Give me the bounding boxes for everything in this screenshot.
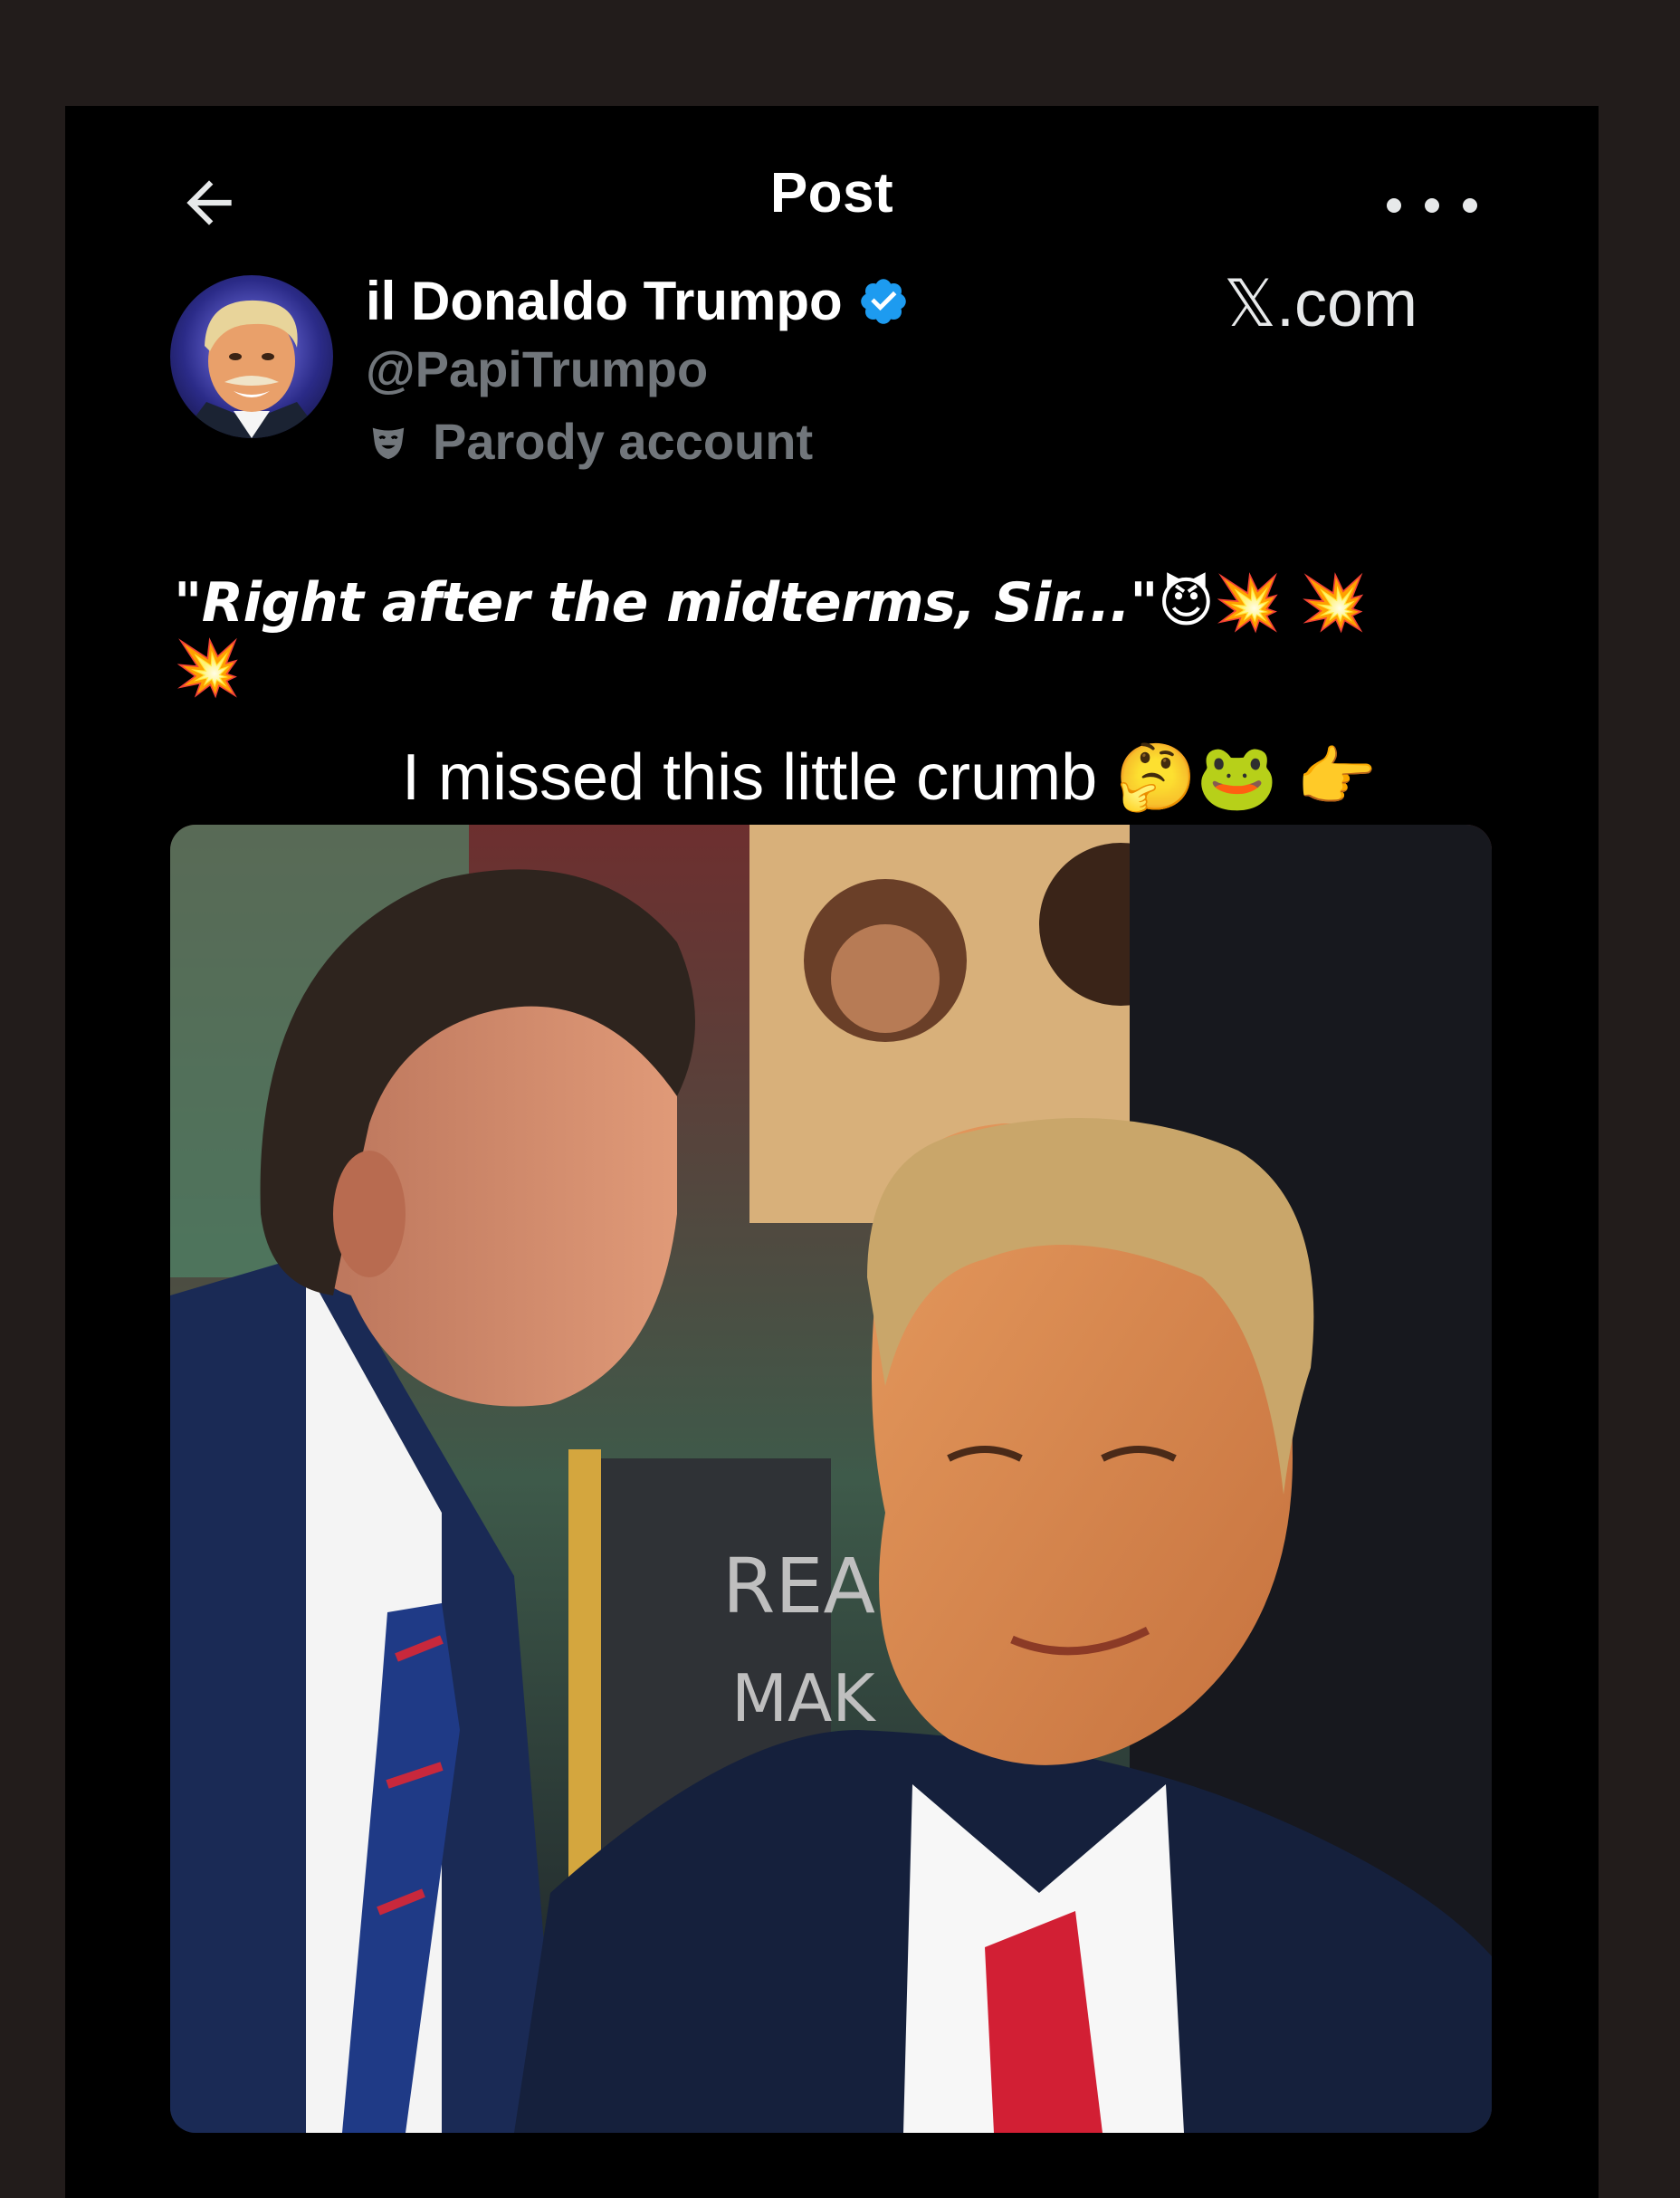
more-dot: [1387, 198, 1401, 213]
smiling-devil-emoji: 😈: [1158, 571, 1215, 635]
parody-account-text: Parody account: [433, 413, 814, 470]
collision-emoji: 💥: [1214, 571, 1282, 635]
author-name: il Donaldo Trumpo: [366, 271, 843, 331]
more-options-icon[interactable]: [1387, 187, 1477, 224]
source-domain: 𝕏.com: [1224, 268, 1418, 340]
chalkboard-text-2: MAK: [731, 1660, 876, 1736]
overlay-caption-text: I missed this little crumb: [402, 741, 1098, 814]
frog-emoji: 🐸: [1196, 739, 1278, 815]
author-name-row[interactable]: il Donaldo Trumpo: [366, 269, 910, 334]
verified-badge-icon: [860, 279, 906, 324]
overlay-caption: I missed this little crumb 🤔🐸 👉: [402, 738, 1377, 817]
post-text-body: "Right after the midterms, Sir...": [174, 571, 1159, 635]
x-post-screen: Post il Donaldo Trumpo @PapiTrumpo Parod…: [65, 106, 1599, 2198]
pointing-right-emoji: 👉: [1295, 739, 1378, 815]
collision-emoji: 💥: [1299, 571, 1368, 635]
page-title: Post: [769, 162, 894, 225]
more-dot: [1463, 198, 1477, 213]
parody-mask-icon: [372, 427, 405, 459]
author-handle[interactable]: @PapiTrumpo: [366, 339, 708, 399]
thinking-face-emoji: 🤔: [1115, 739, 1197, 815]
collision-emoji: 💥: [174, 636, 242, 700]
parody-account-label: Parody account: [368, 411, 813, 472]
chalkboard-text-1: REA: [722, 1542, 875, 1630]
avatar[interactable]: [170, 275, 333, 438]
post-photo[interactable]: REA MAK: [170, 825, 1492, 2133]
post-text: "Right after the midterms, Sir..."😈💥 💥 💥: [174, 570, 1441, 701]
more-dot: [1425, 198, 1439, 213]
